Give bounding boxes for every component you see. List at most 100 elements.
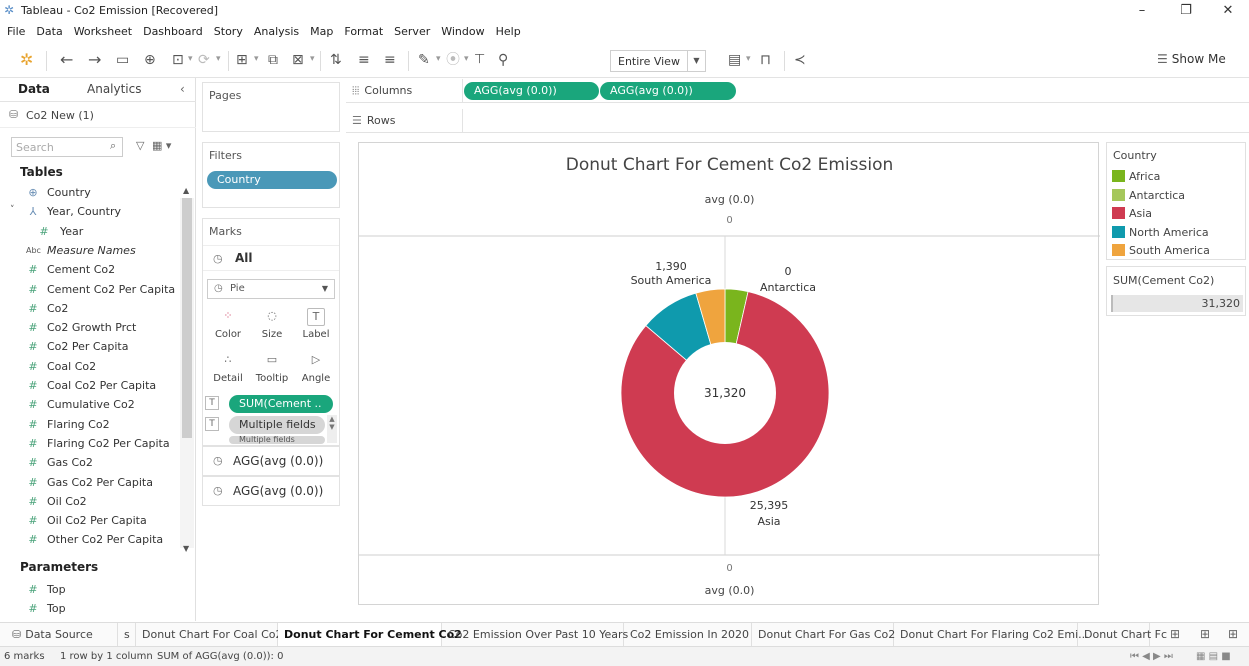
filters-card[interactable]: Filters Country	[202, 142, 340, 208]
field-item[interactable]: # Gas Co2	[0, 454, 180, 473]
sheet-tab[interactable]: Donut Chart For Gas Co2	[752, 623, 895, 646]
sheet-tab[interactable]: Co2 Emission Over Past 10 Years	[442, 623, 628, 646]
field-item[interactable]: ˅ ⅄ Year, Country	[0, 203, 180, 222]
tab-analytics[interactable]: Analytics	[87, 82, 142, 96]
fit-view-dropdown[interactable]: Entire View ▼	[610, 50, 706, 72]
tab-data[interactable]: Data	[18, 82, 50, 96]
fix-axes-icon[interactable]: ⚲	[498, 51, 508, 69]
search-input[interactable]: Search	[11, 137, 123, 157]
marks-all-row[interactable]: ◷ All	[203, 245, 339, 271]
marks-pill-multiple-fields[interactable]: Multiple fields	[229, 416, 325, 434]
label-button[interactable]: T Label	[297, 305, 335, 347]
field-item[interactable]: # Flaring Co2	[0, 416, 180, 435]
angle-button[interactable]: ▷ Angle	[297, 349, 335, 391]
field-item[interactable]: # Cumulative Co2	[0, 396, 180, 415]
field-item[interactable]: # Cement Co2 Per Capita	[0, 281, 180, 300]
share-icon[interactable]: ≺	[794, 51, 806, 69]
sheet-tab[interactable]: Donut Chart For Coal Co2	[136, 623, 282, 646]
field-item[interactable]: # Co2 Growth Prct	[0, 319, 180, 338]
expand-icon[interactable]: ˅	[10, 205, 15, 215]
undo-icon[interactable]: ←	[60, 51, 73, 69]
presentation-mode-icon[interactable]: ⊓	[760, 51, 771, 69]
field-item[interactable]: # Oil Co2 Per Capita	[0, 512, 180, 531]
marks-pill-multiple-fields-partial[interactable]: Multiple fields	[229, 436, 325, 444]
menu-window[interactable]: Window	[434, 22, 488, 38]
new-worksheet-icon[interactable]: ⊞	[236, 51, 248, 69]
marks-pill-sum-cement[interactable]: SUM(Cement ..	[229, 395, 333, 413]
field-item[interactable]: ⊕ Country	[0, 184, 180, 203]
sheet-tab[interactable]: Co2 Emission In 2020	[624, 623, 752, 646]
new-worksheet-icon[interactable]: ⊞	[1170, 627, 1180, 641]
duplicate-sheet-icon[interactable]: ⧉	[268, 51, 278, 69]
sheet-nav-icons[interactable]: ⏮ ◀ ▶ ⏭	[1130, 651, 1173, 662]
field-item[interactable]: # Cement Co2	[0, 261, 180, 280]
scroll-down-icon[interactable]: ▼	[183, 544, 189, 553]
menu-data[interactable]: Data	[29, 22, 66, 38]
refresh-icon[interactable]: ⟳	[198, 51, 210, 69]
show-cards-icon[interactable]: ▤	[728, 51, 741, 69]
filter-pill-country[interactable]: Country	[207, 171, 337, 189]
scroll-up-icon[interactable]: ▲	[183, 186, 189, 195]
pages-card[interactable]: Pages	[202, 82, 340, 132]
field-item[interactable]: # Other Co2 Per Capita	[0, 531, 180, 550]
close-button[interactable]: ✕	[1214, 2, 1242, 20]
sort-descending-icon[interactable]: ≡	[384, 51, 396, 69]
swap-icon[interactable]: ⇅	[330, 51, 342, 69]
show-me-button[interactable]: ☰ Show Me	[1157, 52, 1226, 66]
field-list-scrollbar[interactable]: ▲ ▼	[180, 186, 194, 553]
search-icon[interactable]: ⌕	[110, 139, 116, 153]
parameter-item[interactable]: # Top	[0, 600, 180, 619]
field-item[interactable]: # Co2	[0, 300, 180, 319]
tableau-start-icon[interactable]: ✲	[20, 51, 33, 69]
save-icon[interactable]: ▭	[116, 51, 129, 69]
field-item[interactable]: # Year	[0, 223, 180, 242]
mark-type-dropdown[interactable]: ◷ Pie ▼	[207, 279, 335, 299]
field-item[interactable]: # Gas Co2 Per Capita	[0, 474, 180, 493]
new-data-source-icon[interactable]: ⊕	[144, 51, 156, 69]
menu-story[interactable]: Story	[207, 22, 247, 38]
field-item[interactable]: # Flaring Co2 Per Capita	[0, 435, 180, 454]
menu-file[interactable]: File	[0, 22, 29, 38]
collapse-pane-icon[interactable]: ‹	[180, 82, 185, 96]
new-story-icon[interactable]: ⊞	[1228, 627, 1238, 641]
minimize-button[interactable]: –	[1128, 2, 1156, 20]
field-item[interactable]: # Co2 Per Capita	[0, 338, 180, 357]
size-button[interactable]: ◌ Size	[253, 305, 291, 347]
data-source-item[interactable]: ⛁ Co2 New (1)	[0, 104, 196, 128]
sheet-view-icons[interactable]: ▦ ▤ ■	[1196, 651, 1231, 662]
sheet-tab[interactable]: Donut Chart For Cement Co2	[278, 623, 462, 646]
filter-icon[interactable]: ▽	[136, 139, 144, 152]
columns-shelf[interactable]: ⦙⦙⦙ Columns AGG(avg (0.0)) AGG(avg (0.0))	[346, 79, 1249, 103]
menu-dashboard[interactable]: Dashboard	[136, 22, 207, 38]
menu-format[interactable]: Format	[337, 22, 387, 38]
view-options-icon[interactable]: ▦ ▾	[152, 139, 171, 152]
sheet-tab[interactable]: Donut Chart For Flaring Co2 Emi...	[894, 623, 1089, 646]
columns-pill-2[interactable]: AGG(avg (0.0))	[600, 82, 736, 100]
show-labels-icon[interactable]: ⊤	[474, 51, 485, 69]
pause-updates-icon[interactable]: ⊡	[172, 51, 184, 69]
menu-help[interactable]: Help	[489, 22, 525, 38]
columns-pill-1[interactable]: AGG(avg (0.0))	[464, 82, 599, 100]
menu-map[interactable]: Map	[303, 22, 337, 38]
redo-icon[interactable]: →	[88, 51, 101, 69]
measure-row-1[interactable]: ◷ AGG(avg (0.0))	[202, 446, 340, 476]
field-item[interactable]: # Coal Co2	[0, 358, 180, 377]
measure-row-2[interactable]: ◷ AGG(avg (0.0))	[202, 476, 340, 506]
visualization-view[interactable]: Donut Chart For Cement Co2 Emission avg …	[358, 142, 1100, 606]
donut-chart[interactable]: 31,320 25,395 Asia 1,390South America 0 Antar…	[359, 143, 1100, 606]
sheet-tab[interactable]: Donut Chart Fc	[1078, 623, 1167, 646]
sort-ascending-icon[interactable]: ≡	[358, 51, 370, 69]
field-item[interactable]: Abc Measure Names	[0, 242, 180, 261]
rows-shelf[interactable]: ☰ Rows	[346, 109, 1249, 133]
group-icon[interactable]: ⦿	[446, 51, 460, 69]
maximize-button[interactable]: ❐	[1172, 2, 1200, 20]
highlight-icon[interactable]: ✎	[418, 51, 430, 69]
field-item[interactable]: # Oil Co2	[0, 493, 180, 512]
parameter-item[interactable]: # Top	[0, 581, 180, 600]
menu-server[interactable]: Server	[387, 22, 434, 38]
tooltip-button[interactable]: ▭ Tooltip	[253, 349, 291, 391]
new-dashboard-icon[interactable]: ⊞	[1200, 627, 1210, 641]
clear-sheet-icon[interactable]: ⊠	[292, 51, 304, 69]
field-item[interactable]: # Coal Co2 Per Capita	[0, 377, 180, 396]
color-button[interactable]: ⁘ Color	[209, 305, 247, 347]
